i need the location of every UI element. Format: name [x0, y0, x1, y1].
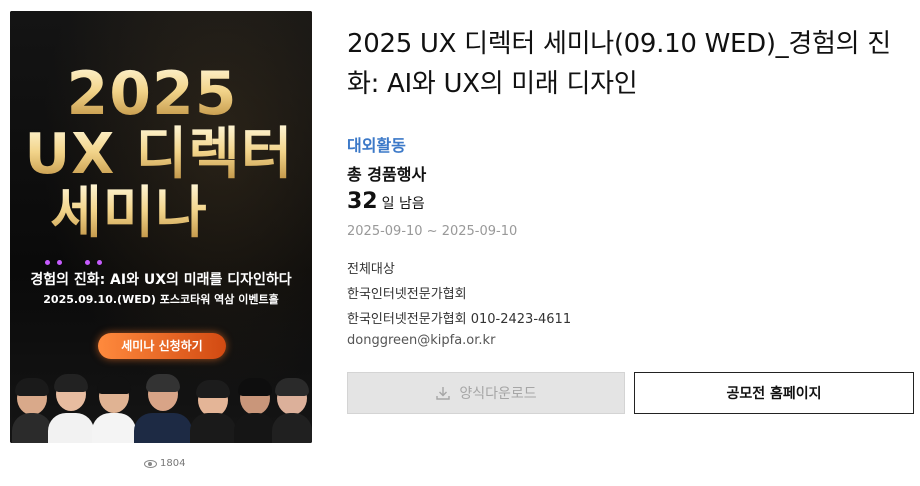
download-form-label: 양식다운로드 — [459, 386, 537, 402]
download-icon — [436, 387, 451, 400]
days-remaining: 32 일 남음 — [347, 189, 425, 214]
view-count: 1804 — [144, 458, 185, 469]
speaker-photo — [134, 374, 192, 443]
homepage-label: 공모전 홈페이지 — [726, 386, 822, 402]
days-remaining-unit: 일 남음 — [381, 196, 425, 212]
prize-label: 총 경품행사 — [347, 165, 427, 184]
speaker-photo — [12, 378, 52, 443]
view-count-value: 1804 — [160, 458, 186, 469]
poster-title-line: UX 디렉터 — [10, 124, 312, 186]
target-audience: 전체대상 — [347, 262, 395, 277]
speaker-photo — [190, 380, 236, 443]
speaker-photo — [272, 378, 312, 443]
download-form-button[interactable]: 양식다운로드 — [347, 372, 625, 414]
eye-icon — [144, 459, 157, 468]
days-remaining-number: 32 — [347, 189, 378, 214]
poster-decoration — [45, 260, 105, 266]
speaker-photo — [92, 376, 136, 443]
event-poster[interactable]: 2025 UX 디렉터 세미나 경험의 진화: AI와 UX의 미래를 디자인하… — [10, 11, 312, 443]
homepage-button[interactable]: 공모전 홈페이지 — [634, 372, 914, 414]
poster-title-line: 세미나 — [10, 183, 312, 245]
poster-subtitle: 경험의 진화: AI와 UX의 미래를 디자인하다 — [30, 272, 292, 288]
speaker-photo — [234, 378, 276, 443]
page-title: 2025 UX 디렉터 세미나(09.10 WED)_경험의 진화: AI와 U… — [347, 29, 891, 99]
contact-phone: 한국인터넷전문가협회 010-2423-4611 — [347, 312, 572, 327]
poster-date-place: 2025.09.10.(WED) 포스코타워 역삼 이벤트홀 — [43, 293, 279, 306]
speaker-photos — [10, 373, 312, 443]
speaker-photo — [48, 374, 94, 443]
contact-email[interactable]: donggreen@kipfa.or.kr — [347, 333, 495, 348]
poster-apply-button: 세미나 신청하기 — [98, 333, 226, 359]
poster-year: 2025 — [10, 63, 312, 125]
host-organization: 한국인터넷전문가협회 — [347, 287, 467, 302]
date-range: 2025-09-10 ~ 2025-09-10 — [347, 224, 518, 239]
category-label: 대외활동 — [347, 136, 406, 155]
